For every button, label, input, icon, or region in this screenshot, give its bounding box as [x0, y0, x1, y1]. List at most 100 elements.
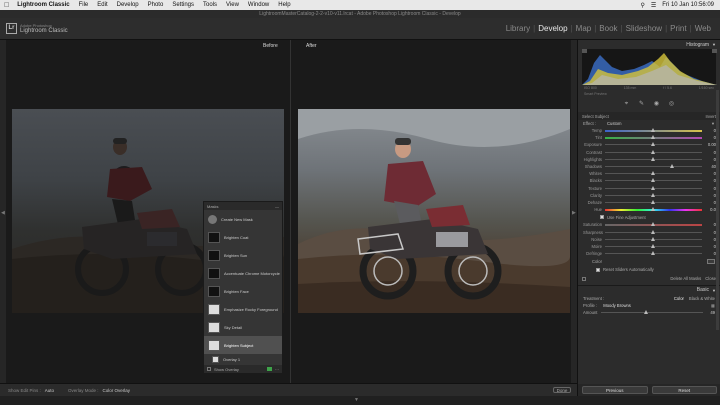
- slider-tint[interactable]: Tint 0: [578, 134, 720, 141]
- slider-track[interactable]: [605, 156, 702, 161]
- slider-contrast[interactable]: Contrast 0: [578, 149, 720, 156]
- menu-window[interactable]: Window: [248, 2, 269, 8]
- panel-scrollbar[interactable]: [716, 90, 719, 330]
- slider-knob[interactable]: [670, 164, 675, 169]
- slider-knob[interactable]: [651, 185, 655, 190]
- slider-value[interactable]: 0: [702, 150, 716, 155]
- module-slideshow[interactable]: Slideshow: [623, 24, 665, 33]
- mask-item-brighten-face[interactable]: Brighten Face: [204, 282, 282, 300]
- left-panel-toggle[interactable]: ◀: [0, 40, 6, 383]
- slider-track[interactable]: [605, 142, 702, 147]
- amount-track[interactable]: [601, 309, 703, 314]
- slider-knob[interactable]: [651, 236, 655, 241]
- overlay-mode-dropdown[interactable]: Color Overlay: [103, 388, 131, 393]
- menu-tools[interactable]: Tools: [203, 2, 217, 8]
- control-center-icon[interactable]: ☰: [651, 2, 656, 9]
- collapse-triangle-icon[interactable]: ▼: [711, 121, 715, 126]
- amount-value[interactable]: 49: [703, 310, 715, 315]
- slider-track[interactable]: [605, 127, 702, 132]
- healing-icon[interactable]: ✎: [638, 101, 645, 108]
- slider-knob[interactable]: [651, 127, 655, 132]
- crop-icon[interactable]: ⌖: [623, 101, 630, 108]
- menu-view[interactable]: View: [226, 2, 239, 8]
- slider-knob[interactable]: [651, 142, 655, 147]
- slider-value[interactable]: 0: [702, 200, 716, 205]
- slider-value[interactable]: 0: [702, 237, 716, 242]
- slider-value[interactable]: 0: [702, 157, 716, 162]
- slider-knob[interactable]: [651, 243, 655, 248]
- slider-knob[interactable]: [651, 206, 655, 211]
- slider-value[interactable]: 0: [702, 128, 716, 133]
- masking-icon[interactable]: ◎: [668, 101, 675, 108]
- slider-knob[interactable]: [651, 221, 655, 226]
- smart-preview-status[interactable]: Smart Preview: [584, 92, 714, 96]
- fine-adjustment-checkbox[interactable]: [600, 215, 604, 220]
- collapse-icon[interactable]: ―: [275, 204, 279, 209]
- slider-clarity[interactable]: Clarity 0: [578, 192, 720, 199]
- module-map[interactable]: Map: [573, 24, 595, 33]
- mask-component-overlay[interactable]: Overlay 1: [204, 354, 282, 364]
- slider-knob[interactable]: [651, 192, 655, 197]
- histogram[interactable]: [582, 49, 717, 85]
- menu-photo[interactable]: Photo: [148, 2, 164, 8]
- module-develop[interactable]: Develop: [535, 24, 570, 33]
- basic-header[interactable]: Basic ▼: [578, 285, 720, 294]
- slider-noise[interactable]: Noise 0: [578, 236, 720, 243]
- slider-value[interactable]: 40: [702, 164, 716, 169]
- menu-app[interactable]: Lightroom Classic: [17, 2, 69, 8]
- after-photo[interactable]: [298, 109, 570, 313]
- slider-track[interactable]: [605, 164, 702, 169]
- search-icon[interactable]: ⚲: [641, 2, 645, 9]
- red-eye-icon[interactable]: ◉: [653, 101, 660, 108]
- slider-track[interactable]: [605, 178, 702, 183]
- module-web[interactable]: Web: [692, 24, 714, 33]
- slider-knob[interactable]: [651, 171, 655, 176]
- slider-track[interactable]: [605, 149, 702, 154]
- done-button[interactable]: Done: [553, 387, 571, 393]
- slider-track[interactable]: [605, 199, 702, 204]
- slider-track[interactable]: [605, 251, 702, 256]
- delete-all-masks-button[interactable]: Delete All Masks: [670, 276, 701, 281]
- module-print[interactable]: Print: [667, 24, 689, 33]
- overlay-color-swatch[interactable]: [267, 367, 272, 371]
- slider-value[interactable]: 0: [702, 186, 716, 191]
- treatment-bw-button[interactable]: Black & White: [689, 296, 715, 301]
- slider-exposure[interactable]: Exposure 0.00: [578, 141, 720, 148]
- slider-value[interactable]: 0: [702, 193, 716, 198]
- amount-slider[interactable]: Amount 49: [578, 309, 720, 315]
- slider-knob[interactable]: [651, 149, 655, 154]
- toggle-icon[interactable]: [582, 276, 586, 281]
- show-overlay-checkbox[interactable]: [207, 367, 211, 371]
- menu-settings[interactable]: Settings: [172, 2, 194, 8]
- apple-icon[interactable]: : [4, 2, 9, 9]
- profile-dropdown[interactable]: Moody Browns: [603, 303, 631, 308]
- slider-track[interactable]: [605, 185, 702, 190]
- slider-value[interactable]: 0.00: [702, 142, 716, 147]
- mask-item-brighten-sun[interactable]: Brighten Sun: [204, 246, 282, 264]
- close-button[interactable]: Close: [705, 276, 716, 281]
- slider-moire[interactable]: Moire 0: [578, 243, 720, 250]
- menu-develop[interactable]: Develop: [117, 2, 139, 8]
- mask-item-sky-detail[interactable]: Sky Detail: [204, 318, 282, 336]
- menu-help[interactable]: Help: [278, 2, 290, 8]
- slider-shadows[interactable]: Shadows 40: [578, 163, 720, 170]
- menu-file[interactable]: File: [79, 2, 89, 8]
- more-icon[interactable]: ⋯: [275, 367, 279, 372]
- slider-knob[interactable]: [651, 199, 655, 204]
- slider-sharpness[interactable]: Sharpness 0: [578, 228, 720, 235]
- treatment-color-button[interactable]: Color: [674, 296, 684, 301]
- module-book[interactable]: Book: [596, 24, 620, 33]
- edit-pins-dropdown[interactable]: Auto: [45, 388, 54, 393]
- slider-whites[interactable]: Whites 0: [578, 170, 720, 177]
- slider-defringe[interactable]: Defringe 0: [578, 250, 720, 257]
- slider-highlights[interactable]: Highlights 0: [578, 156, 720, 163]
- previous-button[interactable]: Previous: [582, 386, 648, 394]
- masks-panel-header[interactable]: Masks ―: [204, 202, 282, 210]
- effect-dropdown[interactable]: Custom: [607, 121, 621, 126]
- slider-saturation[interactable]: Saturation 0: [578, 221, 720, 228]
- module-library[interactable]: Library: [503, 24, 533, 33]
- slider-temp[interactable]: Temp 0: [578, 127, 720, 134]
- color-swatch[interactable]: [707, 258, 715, 264]
- slider-value[interactable]: 0: [702, 222, 716, 227]
- slider-knob[interactable]: [651, 251, 655, 256]
